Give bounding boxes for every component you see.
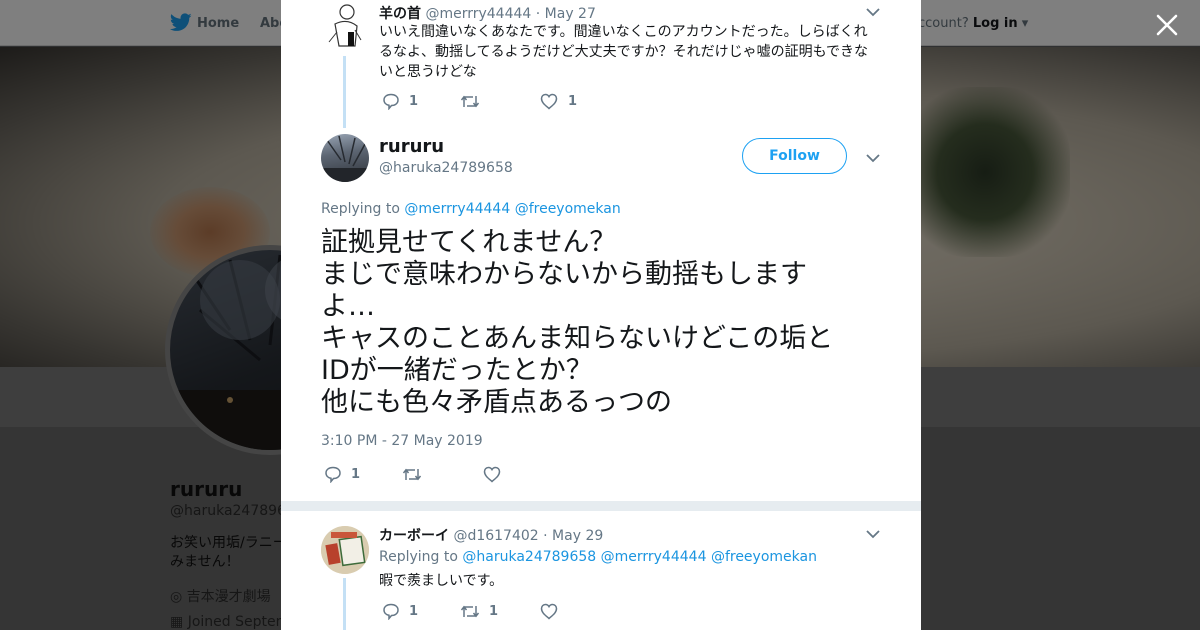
tweet-text-line: 証拠見せてくれません？	[321, 227, 617, 258]
tweet-text-line: よ…	[321, 291, 375, 322]
avatar[interactable]	[321, 134, 369, 182]
mention-link[interactable]: @haruka24789658	[462, 549, 596, 565]
tweet-text-line: いと思うけどな	[379, 64, 477, 80]
replying-prefix: Replying to	[321, 201, 400, 217]
tweet-header: カーボーイ @d1617402 · May 29	[379, 525, 603, 545]
close-icon[interactable]	[1154, 12, 1180, 38]
section-divider	[281, 501, 921, 511]
follow-button[interactable]: Follow	[742, 138, 847, 174]
tweet-text-line: るなよ、動揺してるようだけど大丈夫ですか？それだけじゃ嘘の証明もできな	[379, 44, 869, 60]
reply-icon[interactable]	[382, 93, 400, 110]
tweet-text: 証拠見せてくれません？ まじで意味わからないから動揺もします よ… キャスのこと…	[321, 227, 881, 419]
retweet-count: 1	[489, 604, 499, 619]
mention-link[interactable]: @freeyomekan	[515, 201, 621, 217]
tweet-text: 暇で羨ましいです。	[379, 573, 504, 589]
tweet-text-line: IDが一緒だったとか？	[321, 355, 593, 386]
tweet-header: 羊の首 @merrry44444 · May 27	[379, 3, 596, 23]
like-icon[interactable]	[540, 93, 558, 110]
tweet-author-name[interactable]: カーボーイ	[379, 528, 449, 544]
tweet-date[interactable]: · May 29	[543, 528, 603, 544]
tweet-author-handle[interactable]: @haruka24789658	[379, 160, 513, 176]
avatar[interactable]	[321, 526, 369, 574]
tweet-text-line: 他にも色々矛盾点あるっつの	[321, 387, 672, 418]
replying-prefix: Replying to	[379, 549, 458, 565]
retweet-icon[interactable]	[460, 94, 480, 109]
tweet-text-line: キャスのことあんま知らないけどこの垢と	[321, 323, 834, 354]
sticker-photo	[321, 526, 369, 574]
retweet-icon[interactable]	[460, 604, 480, 619]
chevron-down-icon[interactable]	[866, 7, 880, 17]
mention-link[interactable]: @merrry44444	[601, 549, 707, 565]
like-count: 1	[568, 94, 578, 109]
replying-to: Replying to @haruka24789658 @merrry44444…	[379, 549, 817, 565]
reply-count: 1	[409, 604, 419, 619]
reply-count: 1	[351, 467, 361, 482]
tweet-author-handle[interactable]: @d1617402	[453, 528, 538, 544]
reply-count: 1	[409, 94, 419, 109]
like-icon[interactable]	[540, 603, 558, 620]
tweet-author-name[interactable]: rururu	[379, 136, 444, 157]
avatar[interactable]	[321, 2, 369, 50]
tweet-text-line: まじで意味わからないから動揺もします	[321, 259, 807, 290]
thread-line	[343, 578, 346, 630]
tweet-author-handle[interactable]: @merrry44444	[425, 6, 531, 22]
reply-icon[interactable]	[324, 466, 342, 483]
mention-link[interactable]: @merrry44444	[404, 201, 510, 217]
chevron-down-icon[interactable]	[866, 529, 880, 539]
like-icon[interactable]	[483, 466, 501, 483]
tweet-text: いいえ間違いなくあなたです。間違いなくこのアカウントだった。しらばくれ るなよ、…	[379, 22, 879, 82]
tweet-author-name[interactable]: 羊の首	[379, 6, 421, 22]
tweet-timestamp[interactable]: 3:10 PM - 27 May 2019	[321, 433, 483, 449]
tweet-modal: 羊の首 @merrry44444 · May 27 いいえ間違いなくあなたです。…	[281, 0, 921, 630]
tree-photo	[321, 135, 369, 182]
tweet-text-line: いいえ間違いなくあなたです。間違いなくこのアカウントだった。しらばくれ	[379, 24, 868, 40]
retweet-icon[interactable]	[402, 467, 422, 482]
tweet-date[interactable]: · May 27	[536, 6, 596, 22]
chevron-down-icon[interactable]	[866, 153, 880, 163]
replying-to: Replying to @merrry44444 @freeyomekan	[321, 201, 621, 217]
sketch-figure-icon	[328, 4, 362, 47]
reply-icon[interactable]	[382, 603, 400, 620]
thread-line	[343, 56, 346, 128]
mention-link[interactable]: @freeyomekan	[711, 549, 817, 565]
